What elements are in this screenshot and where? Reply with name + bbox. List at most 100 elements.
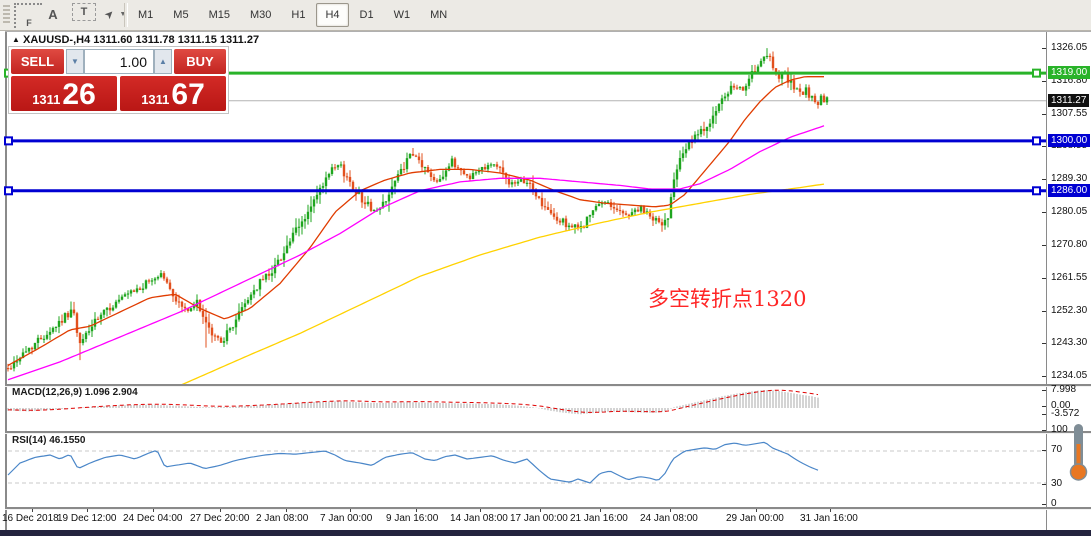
time-axis-tick	[830, 509, 831, 512]
chart-title-text: XAUUSD-,H4 1311.60 1311.78 1311.15 1311.…	[22, 34, 260, 46]
indicators-grid-icon[interactable]: F	[14, 3, 42, 28]
volume-up-button[interactable]: ▲	[154, 49, 172, 74]
buy-button[interactable]: BUY	[174, 49, 226, 74]
rsi-axis-label: 100	[1051, 424, 1068, 435]
time-axis-tick	[220, 509, 221, 512]
tf-button-h4[interactable]: H4	[316, 3, 349, 27]
tf-button-m15[interactable]: M15	[200, 3, 239, 27]
text-label-icon[interactable]: T	[72, 3, 96, 21]
price-tag-1300.00: 1300.00	[1048, 134, 1091, 147]
macd-canvas[interactable]	[0, 386, 1046, 431]
chart-title: ▲ XAUUSD-,H4 1311.60 1311.78 1311.15 131…	[12, 34, 259, 46]
time-axis-tick	[670, 509, 671, 512]
tf-button-m5[interactable]: M5	[164, 3, 197, 27]
volume-down-button[interactable]: ▼	[66, 49, 84, 74]
price-tag-1319.00: 1319.00	[1048, 66, 1091, 79]
toolbar-grip[interactable]	[3, 5, 10, 25]
chart-annotation-text: 多空转折点1320	[648, 287, 807, 311]
time-axis-label: 29 Jan 00:00	[726, 513, 784, 524]
sell-price-box[interactable]: 1311 26	[11, 76, 117, 111]
price-tag-1311.27: 1311.27	[1048, 94, 1090, 107]
price-axis-tick	[1042, 179, 1046, 180]
tf-button-w1[interactable]: W1	[385, 3, 420, 27]
macd-axis-tick	[1042, 406, 1046, 407]
macd-axis-label: 7.998	[1051, 384, 1077, 395]
price-tag-1286.00: 1286.00	[1048, 184, 1091, 197]
fast-ma-line	[7, 76, 824, 367]
mid-ma-line	[7, 125, 825, 381]
price-axis-tick	[1042, 212, 1046, 213]
sell-price-big: 26	[62, 78, 96, 111]
rsi-axis-label: 0	[1051, 498, 1057, 509]
time-axis-label: 9 Jan 16:00	[386, 513, 439, 524]
time-axis-label: 19 Dec 12:00	[57, 513, 117, 524]
price-axis-label: 1289.30	[1051, 173, 1088, 184]
time-axis-tick	[756, 509, 757, 512]
price-axis-label: 1234.05	[1051, 370, 1088, 381]
price-axis-label: 1261.55	[1051, 272, 1088, 283]
price-axis-tick	[1042, 311, 1046, 312]
volume-input[interactable]: 1.00	[84, 49, 154, 74]
price-axis-label: 1280.05	[1051, 206, 1088, 217]
price-axis-tick	[1042, 343, 1046, 344]
thermometer-icon[interactable]	[1066, 422, 1090, 488]
time-axis-label: 14 Jan 08:00	[450, 513, 508, 524]
time-axis-label: 2 Jan 08:00	[256, 513, 309, 524]
macd-axis-tick	[1042, 390, 1046, 391]
tf-button-m1[interactable]: M1	[129, 3, 162, 27]
time-axis-label: 27 Dec 20:00	[190, 513, 250, 524]
price-axis-tick	[1042, 81, 1046, 82]
window-bottom-edge	[0, 530, 1091, 536]
macd-axis-tick	[1042, 414, 1046, 415]
price-axis-tick	[1042, 245, 1046, 246]
time-axis-tick	[480, 509, 481, 512]
price-axis-tick	[1042, 48, 1046, 49]
time-axis-tick	[153, 509, 154, 512]
price-axis-tick	[1042, 114, 1046, 115]
time-axis-tick	[600, 509, 601, 512]
toolbar: F A T ➤ ▼ M1 M5 M15 M30 H1 H4 D1 W1 MN	[0, 0, 1091, 31]
price-axis-tick	[1042, 146, 1046, 147]
rsi-canvas[interactable]	[0, 433, 1046, 507]
time-axis-label: 24 Dec 04:00	[123, 513, 183, 524]
price-axis-border	[1046, 31, 1047, 531]
price-axis-label: 1252.30	[1051, 305, 1088, 316]
buy-price-small: 1311	[141, 92, 170, 107]
time-axis-tick	[416, 509, 417, 512]
time-axis-tick	[540, 509, 541, 512]
price-axis-tick	[1042, 376, 1046, 377]
tf-button-d1[interactable]: D1	[351, 3, 383, 27]
time-axis-tick	[32, 509, 33, 512]
tf-button-h1[interactable]: H1	[282, 3, 314, 27]
buy-price-box[interactable]: 1311 67	[120, 76, 226, 111]
sell-button[interactable]: SELL	[11, 49, 64, 74]
price-axis-label: 1307.55	[1051, 108, 1088, 119]
rsi-axis-label: 30	[1051, 478, 1063, 489]
price-axis-label: 1243.30	[1051, 337, 1088, 348]
collapse-panel-icon[interactable]: ▲	[12, 35, 20, 44]
time-axis-label: 21 Jan 16:00	[570, 513, 628, 524]
timeframe-buttons: M1 M5 M15 M30 H1 H4 D1 W1 MN	[128, 3, 457, 27]
rsi-axis-tick	[1042, 430, 1046, 431]
time-axis-label: 7 Jan 00:00	[320, 513, 373, 524]
time-axis-divider	[5, 507, 1091, 510]
price-axis-label: 1326.05	[1051, 42, 1088, 53]
time-axis-tick	[286, 509, 287, 512]
rsi-axis-label: 70	[1051, 444, 1063, 455]
tf-button-mn[interactable]: MN	[421, 3, 456, 27]
time-axis-label: 17 Jan 00:00	[510, 513, 568, 524]
time-axis-label: 24 Jan 08:00	[640, 513, 698, 524]
time-axis-label: 31 Jan 16:00	[800, 513, 858, 524]
time-axis-tick	[87, 509, 88, 512]
time-axis-label: 16 Dec 2018	[2, 513, 59, 524]
rsi-axis-tick	[1042, 504, 1046, 505]
price-axis-label: 1270.80	[1051, 239, 1088, 250]
price-axis-tick	[1042, 278, 1046, 279]
one-click-trading-panel: SELL ▼ 1.00 ▲ BUY 1311 26 1311 67	[8, 46, 229, 114]
rsi-axis-tick	[1042, 484, 1046, 485]
rsi-axis-tick	[1042, 450, 1046, 451]
time-axis-tick	[350, 509, 351, 512]
tf-button-m30[interactable]: M30	[241, 3, 280, 27]
text-annotation-icon[interactable]: A	[42, 3, 64, 25]
sell-price-small: 1311	[32, 92, 61, 107]
